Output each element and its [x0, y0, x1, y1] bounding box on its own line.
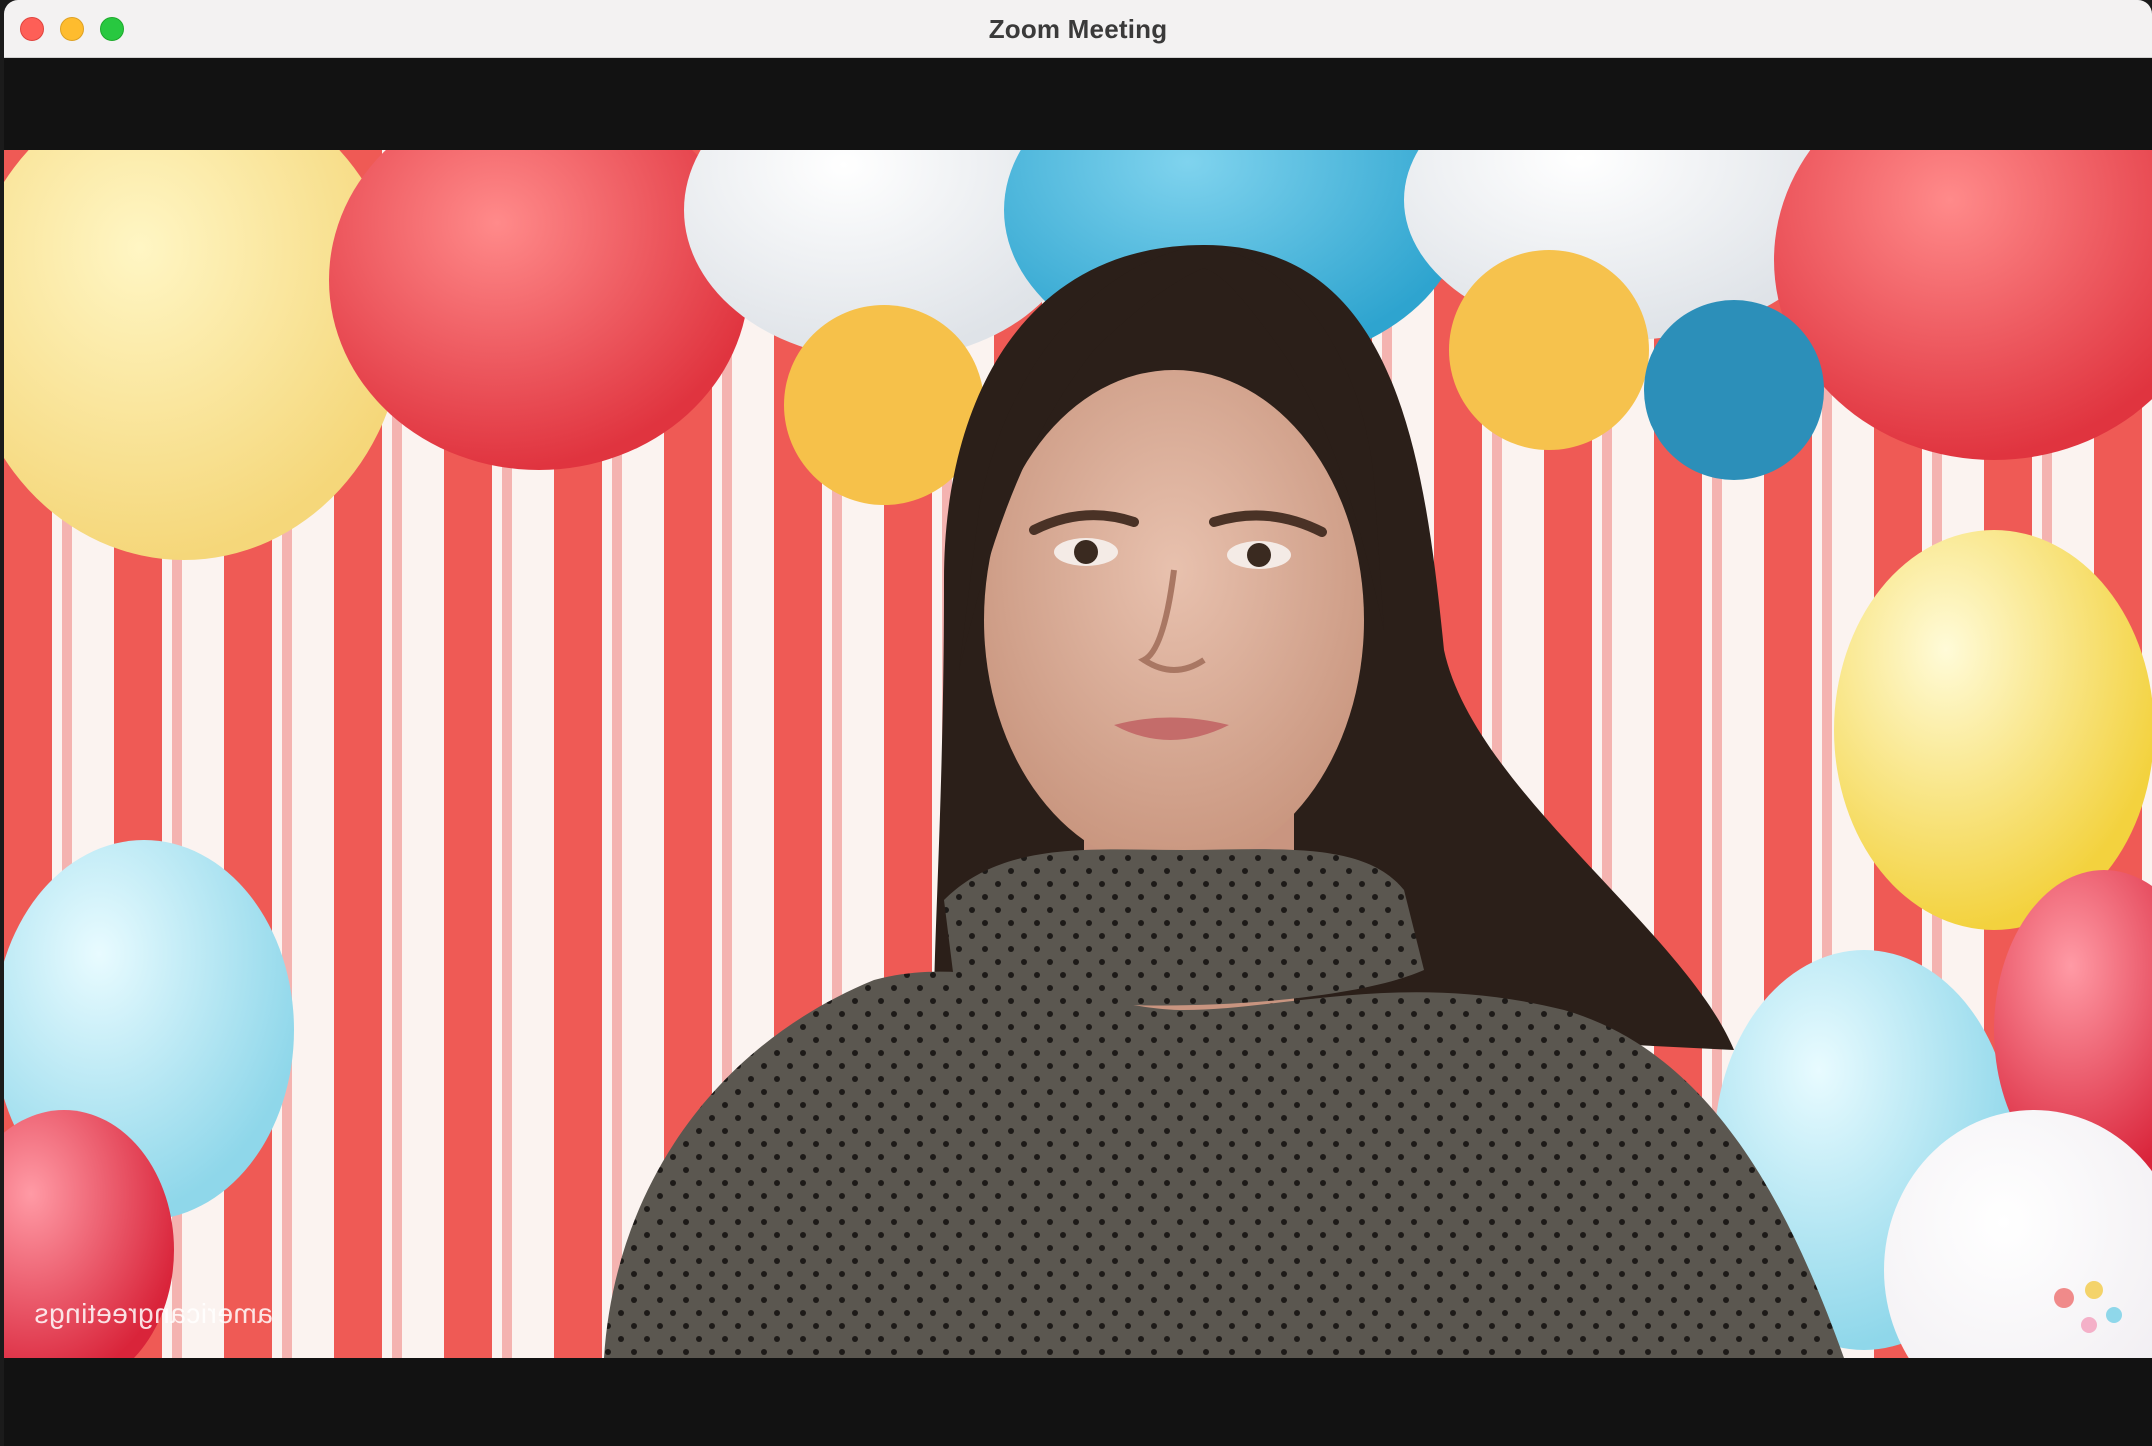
window-title: Zoom Meeting	[988, 14, 1168, 44]
watermark-text: americangreetings	[34, 1298, 273, 1329]
video-feed[interactable]: americangreetings	[4, 150, 2152, 1358]
video-frame	[4, 150, 2152, 1358]
zoom-window: Zoom Meeting americangreetings	[4, 0, 2152, 1446]
title-bar[interactable]: Zoom Meeting	[4, 0, 2152, 58]
